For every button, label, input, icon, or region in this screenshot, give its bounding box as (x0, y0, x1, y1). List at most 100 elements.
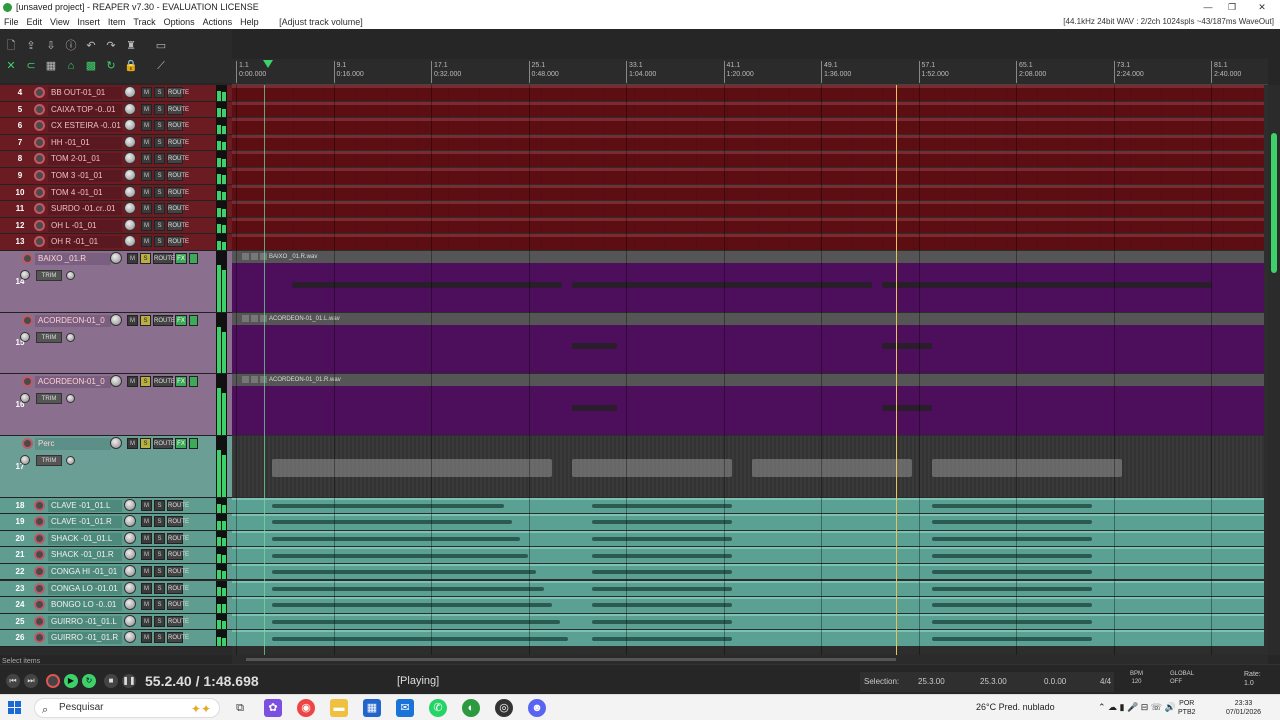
item-mute-icon[interactable] (251, 376, 258, 383)
pan-knob[interactable] (20, 393, 30, 403)
track-lane[interactable] (232, 217, 1264, 234)
solo-button[interactable]: S (154, 615, 165, 627)
fx-bypass-icon[interactable] (189, 253, 198, 264)
route-button[interactable]: ROUTE (167, 632, 189, 644)
record-arm-button[interactable] (34, 120, 45, 132)
menu-options[interactable]: Options (160, 15, 199, 29)
record-arm-button[interactable] (34, 516, 45, 528)
record-arm-button[interactable] (34, 203, 45, 215)
record-arm-button[interactable] (34, 599, 45, 611)
solo-button[interactable]: S (154, 582, 165, 594)
solo-button[interactable]: S (140, 437, 151, 449)
automation-trim-button[interactable]: TRIM (36, 454, 62, 466)
track-header[interactable]: 19 CLAVE -01_01.R M S ROUTE (0, 514, 232, 531)
solo-button[interactable]: S (154, 120, 165, 132)
solo-button[interactable]: S (154, 565, 165, 577)
go-to-end-button[interactable]: ⏭ (24, 674, 38, 688)
pan-knob[interactable] (20, 331, 30, 342)
track-name[interactable]: TOM 3 -01_01 (48, 170, 122, 182)
track-header[interactable]: 26 GUIRRO -01_01.R M S ROUTE (0, 630, 232, 647)
record-arm-button[interactable] (22, 437, 33, 449)
track-lane[interactable] (232, 580, 1264, 597)
mute-button[interactable]: M (141, 153, 152, 165)
track-name[interactable]: SHACK -01_01.R (48, 549, 122, 562)
record-arm-button[interactable] (34, 219, 45, 231)
track-name[interactable]: CONGA HI -01_01 (48, 565, 122, 578)
track-header[interactable]: 20 SHACK -01_01.L M S ROUTE (0, 530, 232, 548)
close-button[interactable]: ✕ (1252, 0, 1272, 15)
lock-icon[interactable]: 🔒 (124, 59, 138, 73)
track-header[interactable]: 7 HH -01_01 M S ROUTE (0, 134, 232, 152)
mute-button[interactable]: M (127, 253, 138, 264)
menu-help[interactable]: Help (236, 15, 263, 29)
record-arm-button[interactable] (34, 499, 45, 511)
track-header[interactable]: 11 SURDO -01.cr..01 M S ROUTE (0, 201, 232, 218)
automation-trim-button[interactable]: TRIM (36, 393, 62, 404)
route-button[interactable]: ROUTE (167, 153, 189, 165)
solo-button[interactable]: S (140, 253, 151, 264)
mute-button[interactable]: M (141, 236, 152, 248)
route-button[interactable]: ROUTE (167, 549, 189, 561)
record-button[interactable] (46, 674, 60, 688)
track-header[interactable]: 22 CONGA HI -01_01 M S ROUTE (0, 563, 232, 581)
route-button[interactable]: ROUTE (167, 219, 189, 231)
route-button[interactable]: ROUTE (167, 203, 189, 215)
track-lane[interactable] (232, 151, 1264, 167)
undo-icon[interactable]: ↶ (84, 39, 98, 53)
volume-knob[interactable] (110, 313, 122, 326)
pan-knob[interactable] (20, 270, 30, 280)
clock[interactable]: 23:33 07/01/2026 (1226, 699, 1261, 717)
fx-bypass-icon[interactable] (189, 314, 198, 326)
outlook-icon[interactable]: ✉ (396, 699, 414, 717)
menu-file[interactable]: File (0, 15, 23, 29)
volume-knob[interactable] (124, 564, 136, 577)
snap-icon[interactable]: ⌂ (64, 59, 78, 73)
fx-bypass-icon[interactable] (189, 376, 198, 387)
record-arm-button[interactable] (34, 236, 45, 248)
track-name[interactable]: ACORDEON-01_0 (35, 314, 111, 327)
windows-start-icon[interactable] (8, 701, 22, 715)
mute-button[interactable]: M (141, 87, 152, 98)
solo-button[interactable]: S (140, 314, 151, 326)
record-arm-button[interactable] (34, 565, 45, 577)
pause-button[interactable]: ❚❚ (122, 674, 136, 688)
mute-button[interactable]: M (127, 314, 138, 326)
envelope-icon[interactable]: ⟋ (154, 59, 168, 73)
weather-widget[interactable]: 26°C Pred. nublado (976, 702, 1055, 712)
track-name[interactable]: OH L -01_01 (48, 219, 122, 232)
record-arm-button[interactable] (34, 186, 45, 198)
route-button[interactable]: ROUTE (167, 582, 189, 594)
menu-edit[interactable]: Edit (23, 15, 47, 29)
volume-knob[interactable] (124, 235, 136, 248)
solo-button[interactable]: S (154, 219, 165, 231)
microsoft-store-icon[interactable]: ▦ (363, 699, 381, 717)
record-arm-button[interactable] (34, 549, 45, 561)
route-button[interactable]: ROUTE (167, 136, 189, 148)
track-name[interactable]: CLAVE -01_01.R (48, 516, 122, 529)
solo-button[interactable]: S (154, 549, 165, 561)
solo-button[interactable]: S (154, 516, 165, 528)
item-lock-icon[interactable] (242, 253, 249, 260)
vertical-scroll-thumb[interactable] (1271, 133, 1277, 273)
record-arm-button[interactable] (34, 103, 45, 115)
item-mute-icon[interactable] (251, 314, 258, 322)
route-button[interactable]: ROUTE (153, 314, 175, 326)
system-tray-icons[interactable]: ⌃ ☁ ▮ 🎤 ⊟ ☏ 🔊 (1098, 702, 1176, 713)
track-name[interactable]: SHACK -01_01.L (48, 532, 122, 545)
mute-button[interactable]: M (141, 582, 152, 594)
track-name[interactable]: TOM 4 -01_01 (48, 186, 122, 199)
track-name[interactable]: Perc (35, 437, 111, 450)
volume-knob[interactable] (110, 436, 122, 449)
track-lane[interactable] (232, 118, 1264, 134)
track-name[interactable]: BONGO LO -0..01 (48, 599, 122, 612)
arrange-view[interactable]: BAIXO _01.R.wav ACORDEON-01_01.L.wav ACORD… (232, 85, 1268, 655)
vertical-scrollbar[interactable] (1268, 85, 1280, 655)
tempo-display[interactable]: BPM 120 (1130, 670, 1143, 686)
track-lane[interactable] (232, 497, 1264, 514)
item-mute-icon[interactable] (251, 253, 258, 260)
play-start-marker[interactable] (263, 60, 273, 68)
track-name[interactable]: ACORDEON-01_0 (35, 376, 111, 388)
time-signature[interactable]: 4/4 (1100, 677, 1111, 686)
track-lane[interactable] (232, 435, 1264, 497)
metronome-icon[interactable]: ♜ (124, 39, 138, 53)
